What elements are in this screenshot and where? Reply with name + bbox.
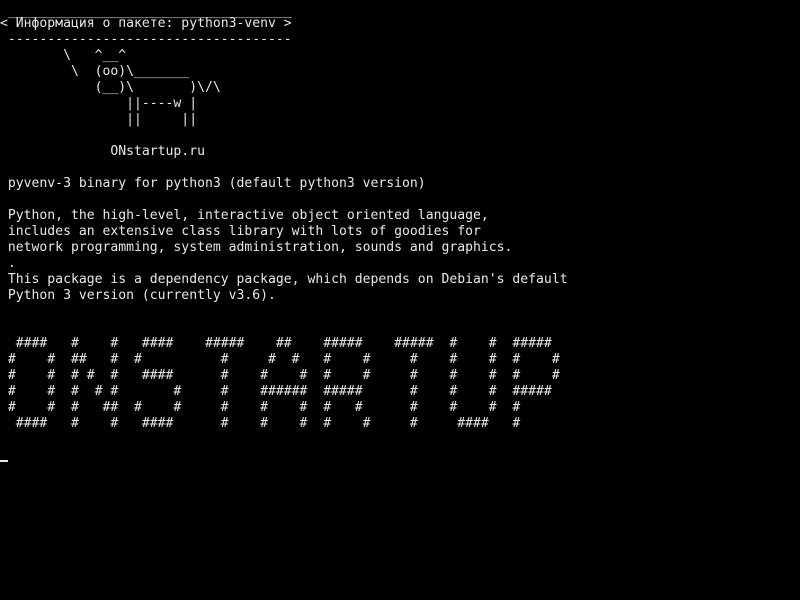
description-line: Python 3 version (currently v3.6). [0,288,276,303]
figlet-line: #### # # #### ##### ## ##### ##### # # #… [0,336,552,351]
cow-ascii-line: || || [0,112,198,127]
description-line: . [0,256,16,271]
figlet-line: #### # # #### # # # # # # #### # [0,416,521,431]
description-line: Python, the high-level, interactive obje… [0,208,489,223]
cowsay-border-bottom: ------------------------------------ [0,32,292,47]
figlet-line: # # # # # #### # # # # # # # # # # [0,368,560,383]
cow-ascii-line: \ (oo)\_______ [0,64,190,79]
site-name: ONstartup.ru [0,144,205,159]
terminal-screen: ____________________________________ < И… [0,0,800,600]
cow-ascii-line: ||----w | [0,96,198,111]
description-line: This package is a dependency package, wh… [0,272,568,287]
description-line: includes an extensive class library with… [0,224,481,239]
cowsay-title: < Информация о пакете: python3-venv > [0,16,292,31]
figlet-line: # # # ## # # # # # # # # # # # [0,400,521,415]
description-line: network programming, system administrati… [0,240,513,255]
text-cursor[interactable] [0,460,8,462]
cow-ascii-line: \ ^__^ [0,48,127,63]
description-line: pyvenv-3 binary for python3 (default pyt… [0,176,426,191]
figlet-line: # # # # # # # ###### ##### # # # ##### [0,384,552,399]
figlet-line: # # ## # # # # # # # # # # # # [0,352,560,367]
cow-ascii-line: (__)\ )\/\ [0,80,221,95]
